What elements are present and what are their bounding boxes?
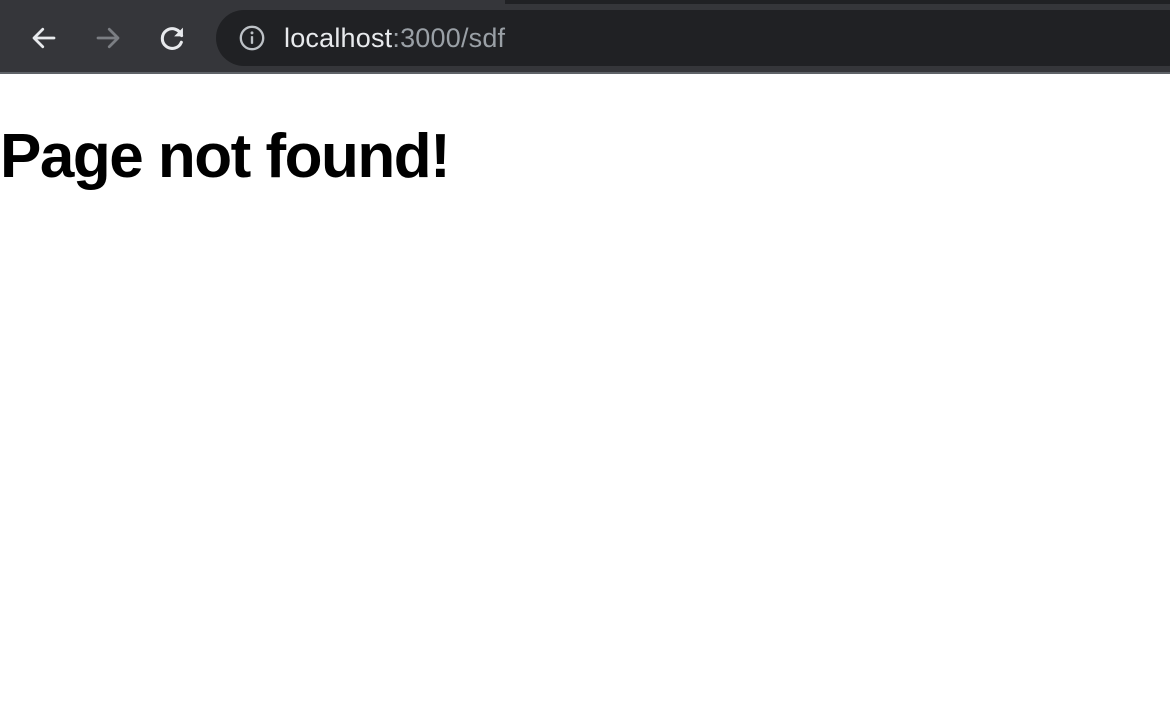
forward-button[interactable] [88,18,128,58]
info-icon[interactable] [238,24,266,52]
active-tab-edge[interactable] [0,0,505,4]
arrow-left-icon [32,27,56,49]
back-button[interactable] [24,18,64,58]
url-host: localhost [284,22,393,53]
address-bar[interactable]: localhost:3000/sdf [216,10,1170,66]
browser-toolbar: localhost:3000/sdf [0,0,1170,74]
page-title: Page not found! [0,122,451,191]
reload-button[interactable] [152,18,192,58]
reload-icon [160,27,184,50]
url-path: :3000/sdf [392,22,506,53]
tab-strip [0,0,1170,4]
url-text[interactable]: localhost:3000/sdf [284,22,506,53]
arrow-right-icon [96,27,120,49]
page-content: Page not found! [0,76,1170,728]
